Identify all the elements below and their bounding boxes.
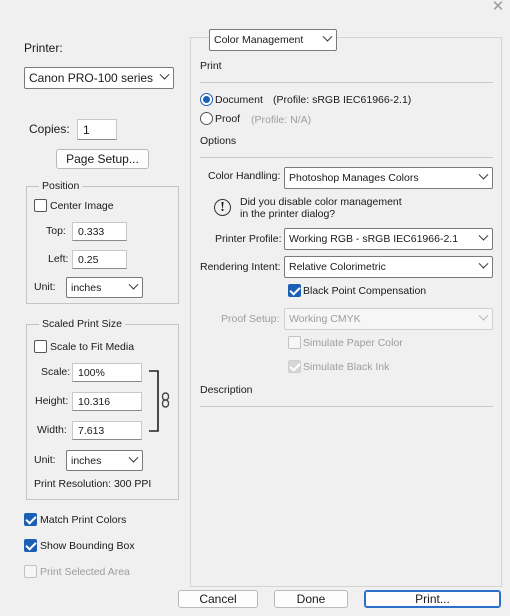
done-button[interactable]: Done	[274, 590, 348, 608]
center-image-checkbox[interactable]	[34, 199, 47, 212]
color-handling-value: Photoshop Manages Colors	[289, 172, 419, 184]
chevron-down-icon	[478, 258, 489, 269]
copies-input[interactable]: 1	[77, 119, 117, 140]
black-point-compensation-checkbox[interactable]	[288, 284, 301, 297]
print-selected-area-checkbox[interactable]	[24, 565, 37, 578]
document-label: Document	[215, 94, 263, 106]
printer-profile-value: Working RGB - sRGB IEC61966-2.1	[289, 233, 459, 245]
printer-select[interactable]: Canon PRO-100 series	[24, 67, 174, 89]
chevron-down-icon	[478, 230, 489, 241]
rendering-intent-select[interactable]: Relative Colorimetric	[284, 256, 493, 278]
match-print-colors-label: Match Print Colors	[40, 514, 127, 526]
document-profile: (Profile: sRGB IEC61966-2.1)	[273, 94, 412, 106]
position-title: Position	[39, 180, 83, 192]
chevron-down-icon	[478, 169, 489, 180]
width-input[interactable]: 7.613	[72, 421, 142, 440]
chevron-down-icon	[128, 279, 139, 290]
rendering-intent-value: Relative Colorimetric	[289, 261, 386, 273]
info-line-1: Did you disable color management	[240, 196, 402, 208]
options-heading: Options	[200, 135, 237, 147]
center-image-label: Center Image	[50, 200, 114, 212]
show-bounding-box-checkbox[interactable]	[24, 539, 37, 552]
print-button[interactable]: Print...	[364, 590, 501, 608]
scale-input[interactable]: 100%	[72, 363, 142, 382]
info-icon: !	[214, 199, 231, 216]
divider	[200, 406, 493, 407]
proof-profile: (Profile: N/A)	[251, 114, 312, 126]
close-icon[interactable]: ✕	[490, 0, 506, 15]
proof-setup-label: Proof Setup:	[221, 313, 280, 325]
proof-setup-select[interactable]: Working CMYK	[284, 308, 493, 330]
document-radio[interactable]	[200, 93, 213, 106]
color-handling-select[interactable]: Photoshop Manages Colors	[284, 167, 493, 189]
print-resolution-text: Print Resolution: 300 PPI	[34, 478, 152, 490]
black-point-compensation-label: Black Point Compensation	[303, 285, 427, 297]
scaled-unit-label: Unit:	[34, 454, 56, 466]
rendering-intent-label: Rendering Intent:	[200, 261, 281, 273]
printer-profile-select[interactable]: Working RGB - sRGB IEC61966-2.1	[284, 228, 493, 250]
position-unit-select[interactable]: inches	[66, 277, 143, 298]
cancel-button[interactable]: Cancel	[178, 590, 258, 608]
position-unit-value: inches	[71, 281, 102, 294]
top-label: Top:	[46, 225, 66, 237]
width-label: Width:	[37, 424, 67, 436]
show-bounding-box-label: Show Bounding Box	[40, 540, 135, 552]
divider	[200, 82, 493, 83]
chevron-down-icon	[159, 69, 170, 80]
simulate-paper-color-checkbox[interactable]	[288, 336, 301, 349]
simulate-black-ink-label: Simulate Black Ink	[303, 361, 390, 373]
chevron-down-icon	[128, 452, 139, 463]
position-unit-label: Unit:	[34, 281, 56, 293]
proof-setup-value: Working CMYK	[289, 313, 361, 325]
proof-label: Proof	[215, 113, 241, 125]
scaled-print-size-title: Scaled Print Size	[39, 318, 125, 330]
link-bracket-icon	[149, 370, 170, 432]
scale-to-fit-checkbox[interactable]	[34, 340, 47, 353]
chevron-down-icon	[478, 310, 489, 321]
printer-select-value: Canon PRO-100 series	[29, 71, 154, 85]
scale-to-fit-label: Scale to Fit Media	[50, 341, 135, 353]
divider	[200, 157, 493, 158]
print-heading: Print	[200, 60, 222, 72]
scaled-unit-value: inches	[71, 454, 102, 467]
proof-radio[interactable]	[200, 112, 213, 125]
info-line-2: in the printer dialog?	[240, 208, 336, 220]
print-selected-area-label: Print Selected Area	[40, 566, 130, 578]
left-input[interactable]: 0.25	[72, 250, 127, 269]
color-handling-label: Color Handling:	[208, 170, 281, 182]
copies-label: Copies:	[29, 122, 70, 136]
printer-profile-label: Printer Profile:	[215, 233, 282, 245]
match-print-colors-checkbox[interactable]	[24, 513, 37, 526]
printer-label: Printer:	[24, 41, 63, 55]
scale-label: Scale:	[41, 366, 71, 378]
simulate-black-ink-checkbox[interactable]	[288, 360, 301, 373]
height-label: Height:	[35, 395, 69, 407]
height-input[interactable]: 10.316	[72, 392, 142, 411]
simulate-paper-color-label: Simulate Paper Color	[303, 337, 403, 349]
left-label: Left:	[48, 253, 69, 265]
scaled-unit-select[interactable]: inches	[66, 450, 143, 471]
description-heading: Description	[200, 384, 253, 396]
section-select-value: Color Management	[214, 34, 304, 46]
top-input[interactable]: 0.333	[72, 222, 127, 241]
section-select[interactable]: Color Management	[209, 29, 337, 51]
chevron-down-icon	[322, 31, 333, 42]
page-setup-button[interactable]: Page Setup...	[56, 149, 149, 169]
